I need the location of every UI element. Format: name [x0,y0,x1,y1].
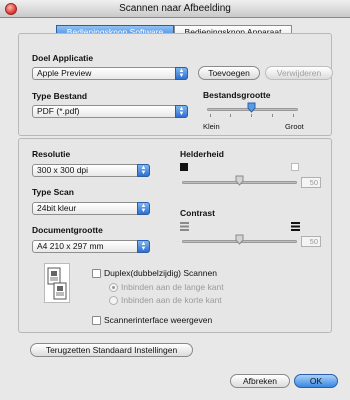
brightness-label: Helderheid [180,149,224,159]
file-type-select[interactable]: PDF (*.pdf) ▲ ▼ [32,105,188,118]
add-button[interactable]: Toevoegen [198,66,260,80]
target-app-label: Doel Applicatie [32,53,94,63]
slider-tick [293,114,294,117]
slider-tick [230,114,231,117]
slider-tick [272,114,273,117]
low-contrast-icon [180,222,189,231]
file-type-label: Type Bestand [32,91,88,101]
duplex-checkbox[interactable] [92,269,101,278]
title-bar: Scannen naar Afbeelding [0,0,350,18]
light-square-icon [291,163,299,171]
target-app-select[interactable]: Apple Preview ▲ ▼ [32,67,188,80]
file-size-max-label: Groot [285,122,304,131]
scan-type-select[interactable]: 24bit kleur ▲ ▼ [32,202,150,215]
contrast-label: Contrast [180,208,215,218]
remove-button[interactable]: Verwijderen [265,66,333,80]
file-size-label: Bestandsgrootte [203,90,271,100]
contrast-slider-knob[interactable] [235,234,244,245]
popup-arrows-icon: ▲ ▼ [175,105,188,118]
file-size-min-label: Klein [203,122,220,131]
duplex-label: Duplex(dubbelzijdig) Scannen [104,268,217,278]
scan-type-value: 24bit kleur [37,203,77,213]
application-section [18,33,332,136]
target-app-value: Apple Preview [37,68,92,78]
scanner-interface-label: Scannerinterface weergeven [104,315,213,325]
popup-arrows-icon: ▲ ▼ [175,67,188,80]
popup-arrows-icon: ▲ ▼ [137,240,150,253]
reset-defaults-button[interactable]: Terugzetten Standaard Instellingen [30,343,193,357]
brightness-value-field[interactable]: 50 [301,177,321,188]
long-edge-radio[interactable] [109,283,118,292]
short-edge-label: Inbinden aan de korte kant [121,295,222,305]
scan-type-label: Type Scan [32,187,74,197]
brightness-slider-knob[interactable] [235,175,244,186]
file-size-slider-knob[interactable] [247,102,256,113]
duplex-document-icon [44,263,70,303]
short-edge-radio[interactable] [109,296,118,305]
dark-square-icon [180,163,188,171]
resolution-label: Resolutie [32,149,71,159]
scanner-interface-checkbox[interactable] [92,316,101,325]
cancel-button[interactable]: Afbreken [230,374,290,388]
slider-tick [251,114,252,117]
resolution-select[interactable]: 300 x 300 dpi ▲ ▼ [32,164,150,177]
window-title: Scannen naar Afbeelding [119,3,231,14]
document-size-value: A4 210 x 297 mm [37,241,104,251]
file-type-value: PDF (*.pdf) [37,106,80,116]
ok-button[interactable]: OK [294,374,338,388]
popup-arrows-icon: ▲ ▼ [137,164,150,177]
high-contrast-icon [291,222,300,231]
document-size-select[interactable]: A4 210 x 297 mm ▲ ▼ [32,240,150,253]
popup-arrows-icon: ▲ ▼ [137,202,150,215]
document-size-label: Documentgrootte [32,225,103,235]
slider-tick [210,114,211,117]
resolution-value: 300 x 300 dpi [37,165,89,175]
contrast-value-field[interactable]: 50 [301,236,321,247]
long-edge-label: Inbinden aan de lange kant [121,282,224,292]
